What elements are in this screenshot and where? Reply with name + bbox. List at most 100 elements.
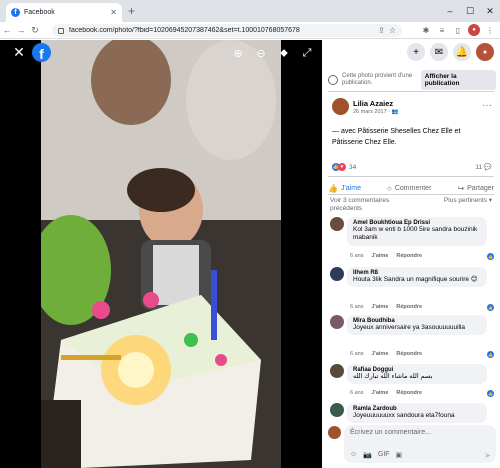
profile-avatar-icon[interactable]: ● (468, 24, 480, 36)
facebook-favicon-icon: f (11, 8, 20, 17)
sort-comments-dropdown[interactable]: Plus pertinents ▾ (440, 197, 492, 213)
comment-like-link[interactable]: J'aime (371, 390, 388, 396)
close-tab-icon[interactable]: ✕ (110, 8, 117, 17)
bookmark-star-icon[interactable]: ☆ (389, 26, 396, 35)
zoom-out-icon[interactable]: ⊖ (254, 46, 268, 60)
comment-button[interactable]: ○ Commenter (387, 181, 431, 195)
reactions-row: 👍 ♥ 34 11 💬 (332, 162, 492, 172)
comment-text: Houta 3lik Sandra un magnifique sourire … (353, 276, 478, 283)
reload-button[interactable]: ↻ (28, 25, 42, 36)
comment-like-link[interactable]: J'aime (371, 253, 388, 259)
comment-meta: 6 ans J'aime Répondre (350, 253, 422, 259)
view-post-button[interactable]: Afficher la publication (420, 70, 496, 90)
photo-viewer: ✕ f ⊕ ⊖ ⬥ ⤢ (0, 40, 322, 468)
zoom-in-icon[interactable]: ⊕ (231, 46, 245, 60)
address-bar: ← → ↻ facebook.com/photo/?fbid=102069452… (0, 22, 500, 39)
more-options-icon[interactable]: ··· (482, 100, 492, 111)
comment-count[interactable]: 11 💬 (475, 163, 492, 171)
share-button[interactable]: ↪ Partager (457, 181, 494, 195)
menu-kebab-icon[interactable]: ⋮ (484, 24, 496, 36)
sticker-icon[interactable]: ▣ (396, 451, 403, 459)
comment-bubble-icon: ○ (387, 183, 392, 193)
comment-age[interactable]: 6 ans (350, 304, 363, 310)
notifications-bell-icon[interactable]: 🔔 (453, 43, 471, 61)
comment-bubble: Amel Boukhtioua Ep Drissi Kol 3am w enti… (347, 217, 487, 246)
sidepanel-icon[interactable]: ▯ (452, 24, 464, 36)
comment-bubble: Ramla Zardoub Joyeuuuuuuxx sandoura eta7… (347, 403, 487, 423)
post-author: Lilia Azaiez 26 mars 2017 · 👥 (332, 98, 398, 115)
send-icon[interactable]: ➤ (484, 451, 491, 460)
comments-header: Voir 3 commentaires précédents Plus pert… (330, 197, 492, 213)
comment-age[interactable]: 6 ans (350, 253, 363, 259)
minimize-button[interactable]: – (440, 0, 460, 22)
extensions-puzzle-icon[interactable]: ✱ (420, 24, 432, 36)
tab-title: Facebook (24, 9, 55, 16)
comment-item: Mira Boudhiba Joyeux anniversaire ya 3as… (330, 315, 496, 336)
tag-icon[interactable]: ⬥ (277, 46, 291, 60)
author-avatar[interactable] (332, 98, 349, 115)
browser-tab-facebook[interactable]: f Facebook ✕ (6, 3, 122, 22)
share-label: Partager (467, 184, 494, 192)
post-notice: Cette photo provient d'une publication. … (328, 70, 496, 90)
commenter-avatar[interactable] (330, 315, 344, 329)
comment-bubble: Rafiaa Doggui بسم الله ماشاء الله تبارك … (347, 364, 487, 385)
create-plus-icon[interactable]: + (407, 43, 425, 61)
comment-reply-link[interactable]: Répondre (396, 390, 422, 396)
share-arrow-icon: ↪ (457, 183, 465, 193)
comment-text: Kol 3am w enti b 1000 5ire sandra bouzin… (353, 226, 478, 242)
fullscreen-icon[interactable]: ⤢ (300, 46, 314, 60)
comment-reply-link[interactable]: Répondre (396, 351, 422, 357)
url-field[interactable]: facebook.com/photo/?fbid=102069452073874… (52, 24, 402, 37)
comment-like-badge-icon: 👍 (487, 351, 494, 358)
comment-reply-link[interactable]: Répondre (396, 253, 422, 259)
maximize-button[interactable]: ☐ (460, 0, 480, 22)
facebook-logo-icon[interactable]: f (32, 43, 51, 62)
birthday-photo (41, 40, 281, 468)
comment-like-link[interactable]: J'aime (371, 304, 388, 310)
comment-text: بسم الله ماشاء الله تبارك الله (353, 373, 433, 380)
reaction-count[interactable]: 34 (349, 164, 356, 171)
extensions-area: ✱ ≡ ▯ ● ⋮ (420, 24, 496, 36)
comment-like-badge-icon: 👍 (487, 390, 494, 397)
viewer-toolbar: ⊕ ⊖ ⬥ ⤢ (231, 46, 314, 60)
divider (328, 176, 494, 177)
comment-text: Joyeux anniversaire ya 3asouuuuuuilla (353, 324, 466, 331)
view-previous-comments-link[interactable]: Voir 3 commentaires précédents (330, 197, 420, 213)
messenger-icon[interactable]: ✉ (430, 43, 448, 61)
comment-input[interactable]: Écrivez un commentaire... ☺ 📷 GIF ▣ ➤ (344, 425, 496, 463)
comment-item: Ilhem R8 Houta 3lik Sandra un magnifique… (330, 267, 496, 288)
comment-text: Joyeuuuuuuxx sandoura eta7founa (353, 412, 455, 419)
action-bar: 👍 J'aime ○ Commenter ↪ Partager (328, 181, 494, 195)
account-avatar[interactable]: ● (476, 43, 494, 61)
like-button[interactable]: 👍 J'aime (328, 181, 361, 195)
thumbs-up-icon: 👍 (328, 183, 338, 193)
comment-bubble: Mira Boudhiba Joyeux anniversaire ya 3as… (347, 315, 487, 336)
new-tab-button[interactable]: + (128, 4, 135, 18)
commenter-avatar[interactable] (330, 267, 344, 281)
camera-icon[interactable]: 📷 (363, 451, 372, 459)
like-label: J'aime (340, 184, 361, 192)
gif-icon[interactable]: GIF (378, 451, 390, 459)
emoji-icon[interactable]: ☺ (350, 451, 357, 459)
post-caption: — avec Pâtisserie Sheselles Chez Elle et… (332, 128, 461, 146)
top-nav: + ✉ 🔔 ● (322, 40, 500, 64)
commenter-avatar[interactable] (330, 403, 344, 417)
close-viewer-button[interactable]: ✕ (12, 44, 26, 60)
close-window-button[interactable]: ✕ (480, 0, 500, 22)
back-button[interactable]: ← (0, 25, 14, 35)
comment-label: Commenter (394, 184, 432, 192)
comment-age[interactable]: 6 ans (350, 351, 363, 357)
author-name[interactable]: Lilia Azaiez (353, 99, 398, 108)
media-icon[interactable]: ≡ (436, 24, 448, 36)
window-controls: – ☐ ✕ (440, 0, 500, 22)
comment-meta: 6 ans J'aime Répondre (350, 351, 422, 357)
forward-button[interactable]: → (14, 25, 28, 35)
commenter-avatar[interactable] (330, 364, 344, 378)
comment-like-link[interactable]: J'aime (371, 351, 388, 357)
share-icon[interactable]: ⇪ (378, 26, 385, 35)
comment-reply-link[interactable]: Répondre (396, 304, 422, 310)
comment-age[interactable]: 6 ans (350, 390, 363, 396)
post-date[interactable]: 26 mars 2017 · 👥 (353, 109, 398, 115)
url-text: facebook.com/photo/?fbid=102069452073874… (69, 27, 300, 34)
commenter-avatar[interactable] (330, 217, 344, 231)
